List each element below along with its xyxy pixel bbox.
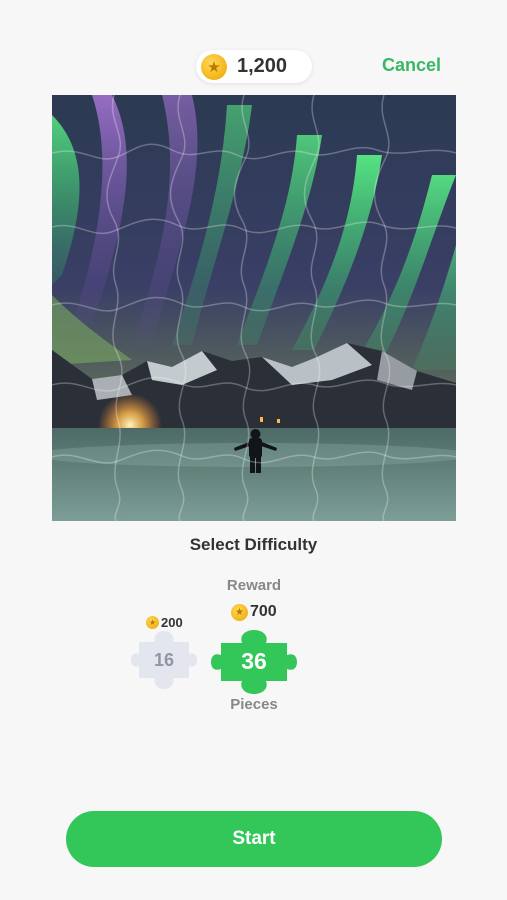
start-button[interactable]: Start: [66, 811, 442, 867]
select-difficulty-title: Select Difficulty: [189, 535, 318, 554]
coin-icon: ★: [231, 603, 248, 621]
piece-count: 36: [241, 648, 267, 674]
reward-amount: 200: [161, 615, 183, 630]
reward-16-pieces: ★ 200: [146, 615, 183, 630]
puzzle-preview-image: [52, 95, 456, 521]
coin-icon: ★: [201, 53, 227, 80]
difficulty-option-16[interactable]: 16: [131, 630, 197, 690]
difficulty-option-36[interactable]: 36: [211, 629, 297, 695]
reward-amount: 700: [250, 603, 277, 620]
pieces-label: Pieces: [230, 696, 278, 713]
piece-count: 16: [153, 650, 175, 670]
coin-icon: ★: [146, 616, 159, 629]
coin-balance: 1,200: [237, 55, 288, 77]
aurora-landscape-image: [52, 95, 456, 521]
reward-36-pieces: ★ 700: [231, 603, 277, 621]
reward-label: Reward: [226, 577, 282, 594]
cancel-button[interactable]: Cancel: [382, 55, 441, 76]
coin-balance-pill: ★ 1,200: [196, 50, 312, 83]
